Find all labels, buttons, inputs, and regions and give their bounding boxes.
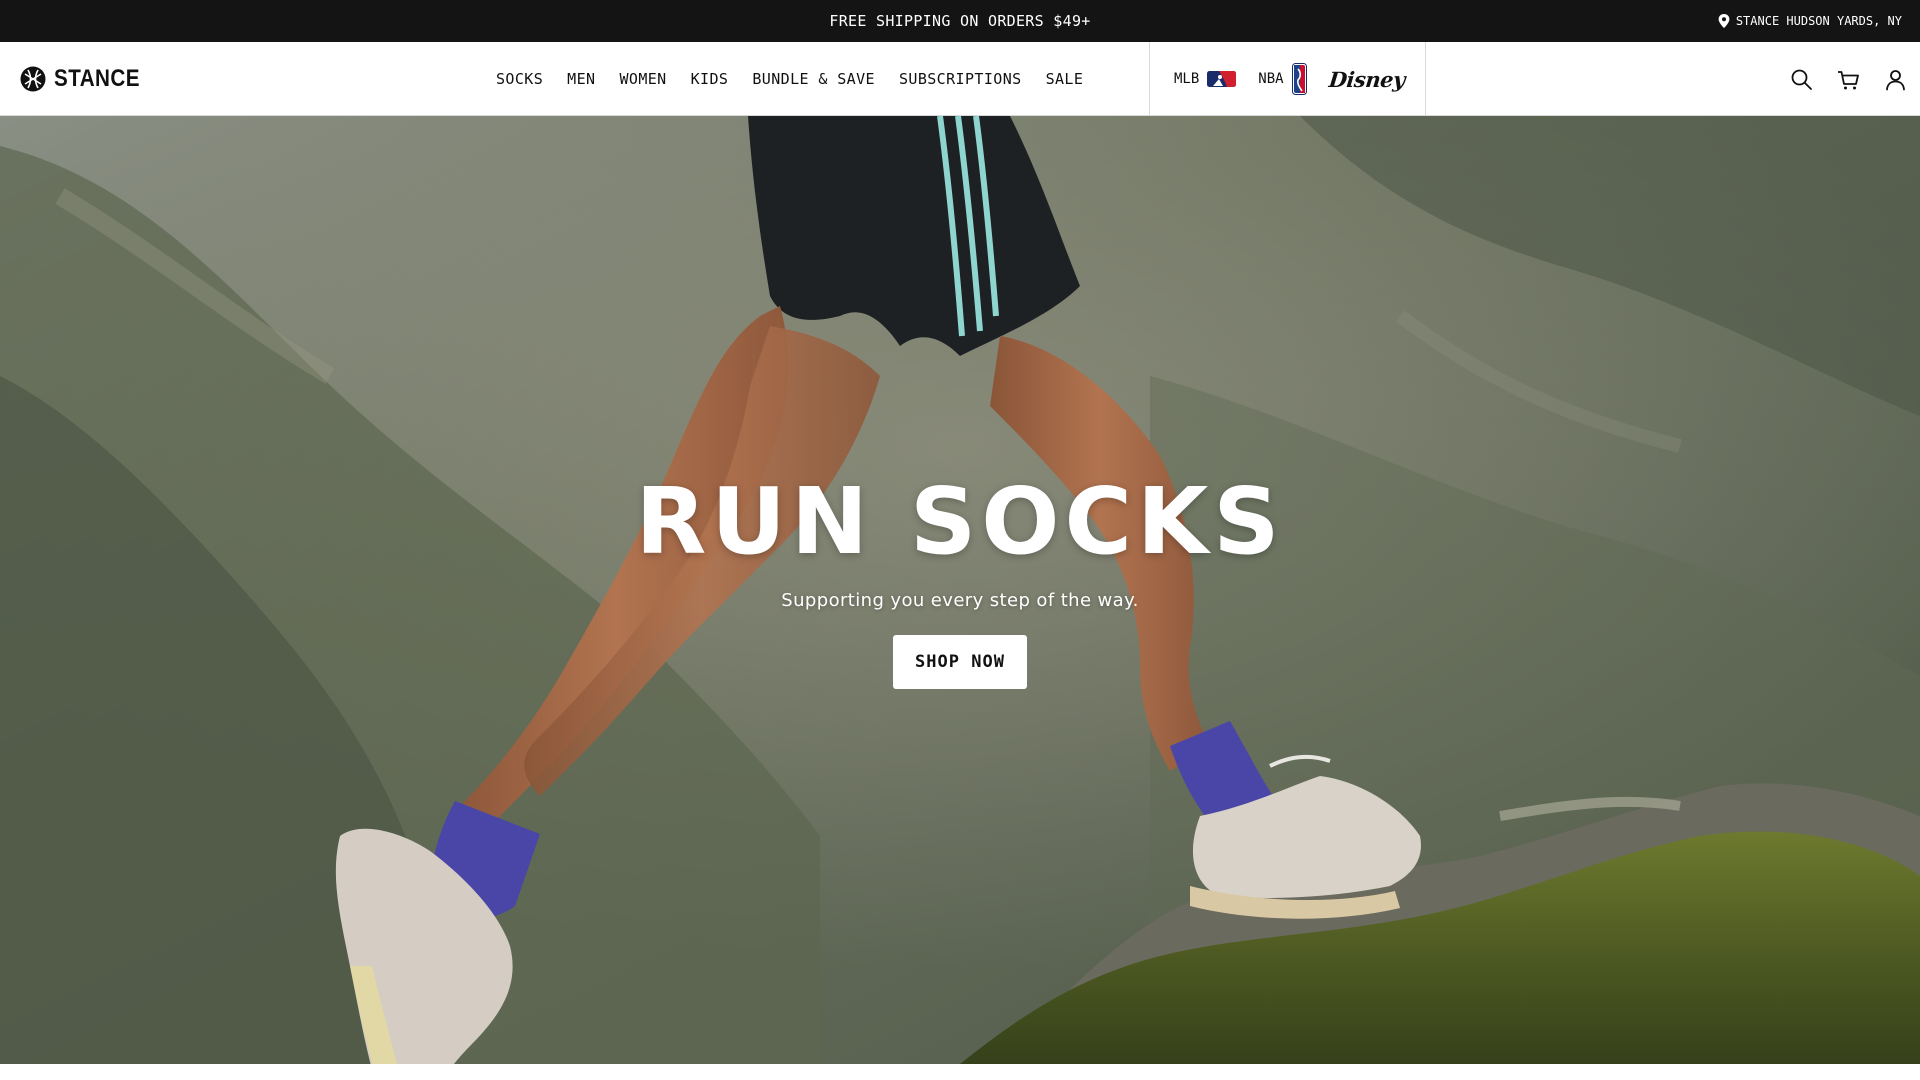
header-actions xyxy=(1789,42,1908,116)
page-bottom-strip xyxy=(0,1064,1920,1080)
nav-item-sale[interactable]: SALE xyxy=(1034,70,1096,88)
nav-item-socks[interactable]: SOCKS xyxy=(484,70,555,88)
mlb-logo-icon xyxy=(1207,71,1237,87)
nav-item-women[interactable]: WOMEN xyxy=(607,70,678,88)
stance-logo-icon xyxy=(20,66,46,92)
partner-mlb[interactable]: MLB xyxy=(1174,71,1237,87)
store-locator-label: STANCE HUDSON YARDS, NY xyxy=(1735,14,1902,28)
nav-item-bundle-save[interactable]: BUNDLE & SAVE xyxy=(740,70,887,88)
location-pin-icon xyxy=(1718,14,1730,28)
shop-now-button[interactable]: SHOP NOW xyxy=(893,635,1027,689)
account-icon[interactable] xyxy=(1883,67,1908,92)
hero-banner: RUN SOCKS Supporting you every step of t… xyxy=(0,116,1920,1064)
logo-wordmark: STANCE xyxy=(54,65,140,92)
store-locator-link[interactable]: STANCE HUDSON YARDS, NY xyxy=(1718,0,1902,42)
nav-item-subscriptions[interactable]: SUBSCRIPTIONS xyxy=(887,70,1034,88)
nba-logo-icon xyxy=(1291,63,1307,95)
partner-nba-label: NBA xyxy=(1258,71,1284,87)
partner-mlb-label: MLB xyxy=(1174,71,1200,87)
partner-nba[interactable]: NBA xyxy=(1258,63,1307,95)
nav-item-men[interactable]: MEN xyxy=(555,70,607,88)
main-nav: SOCKS MEN WOMEN KIDS BUNDLE & SAVE SUBSC… xyxy=(484,42,1095,116)
partner-links: MLB NBA Disney xyxy=(1149,42,1426,116)
announcement-text: FREE SHIPPING ON ORDERS $49+ xyxy=(829,12,1091,30)
search-icon[interactable] xyxy=(1789,67,1814,92)
hero-title: RUN SOCKS xyxy=(635,468,1285,575)
stance-logo[interactable]: STANCE xyxy=(20,42,154,116)
hero-content: RUN SOCKS Supporting you every step of t… xyxy=(0,476,1920,689)
announcement-bar: FREE SHIPPING ON ORDERS $49+ STANCE HUDS… xyxy=(0,0,1920,42)
site-header: STANCE SOCKS MEN WOMEN KIDS BUNDLE & SAV… xyxy=(0,42,1920,116)
partner-disney[interactable]: Disney xyxy=(1327,67,1405,92)
cart-icon[interactable] xyxy=(1836,67,1861,92)
nav-item-kids[interactable]: KIDS xyxy=(679,70,741,88)
hero-subtitle: Supporting you every step of the way. xyxy=(781,590,1139,611)
